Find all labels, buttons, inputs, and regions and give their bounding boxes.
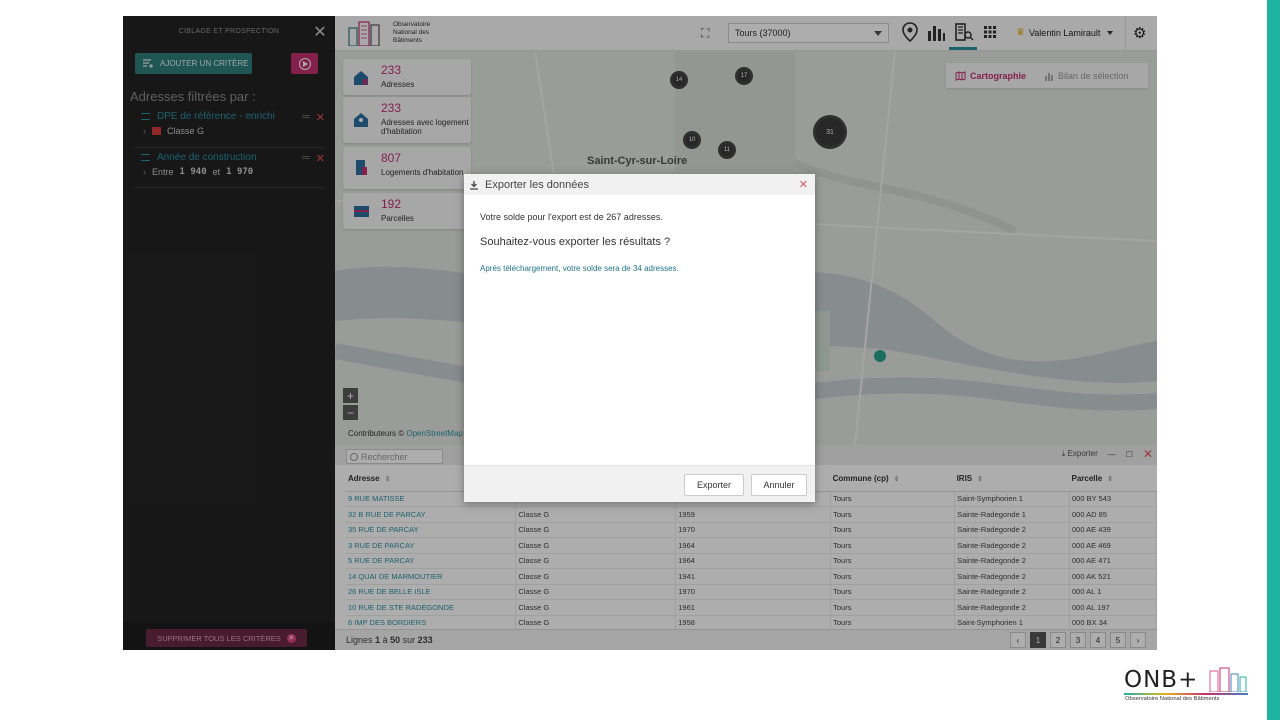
- remaining-balance-text: Après téléchargement, votre solde sera d…: [480, 264, 679, 273]
- export-dialog: Exporter les données ✕ Votre solde pour …: [464, 174, 815, 502]
- dialog-title: Exporter les données: [485, 178, 589, 191]
- brand-side-strip: [1267, 0, 1280, 720]
- export-question: Souhaitez-vous exporter les résultats ?: [480, 236, 671, 248]
- close-icon[interactable]: ✕: [799, 178, 808, 191]
- buildings-logo-icon: [1209, 667, 1247, 692]
- export-button[interactable]: Exporter: [684, 474, 744, 496]
- brand-subtitle: Observatoire National des Bâtiments: [1125, 696, 1220, 702]
- download-icon: [470, 180, 478, 190]
- dialog-footer: Exporter Annuler: [464, 465, 815, 502]
- onb-footer-logo: ONB+ Observatoire National des Bâtiments: [1124, 667, 1252, 707]
- dialog-header: Exporter les données ✕: [464, 174, 815, 195]
- app-window: CIBLAGE ET PROSPECTION ✕ AJOUTER UN CRIT…: [123, 16, 1157, 650]
- brand-gradient-bar: [1124, 693, 1248, 695]
- brand-text: ONB+: [1124, 667, 1199, 693]
- cancel-button[interactable]: Annuler: [751, 474, 807, 496]
- export-balance-text: Votre solde pour l'export est de 267 adr…: [480, 212, 663, 222]
